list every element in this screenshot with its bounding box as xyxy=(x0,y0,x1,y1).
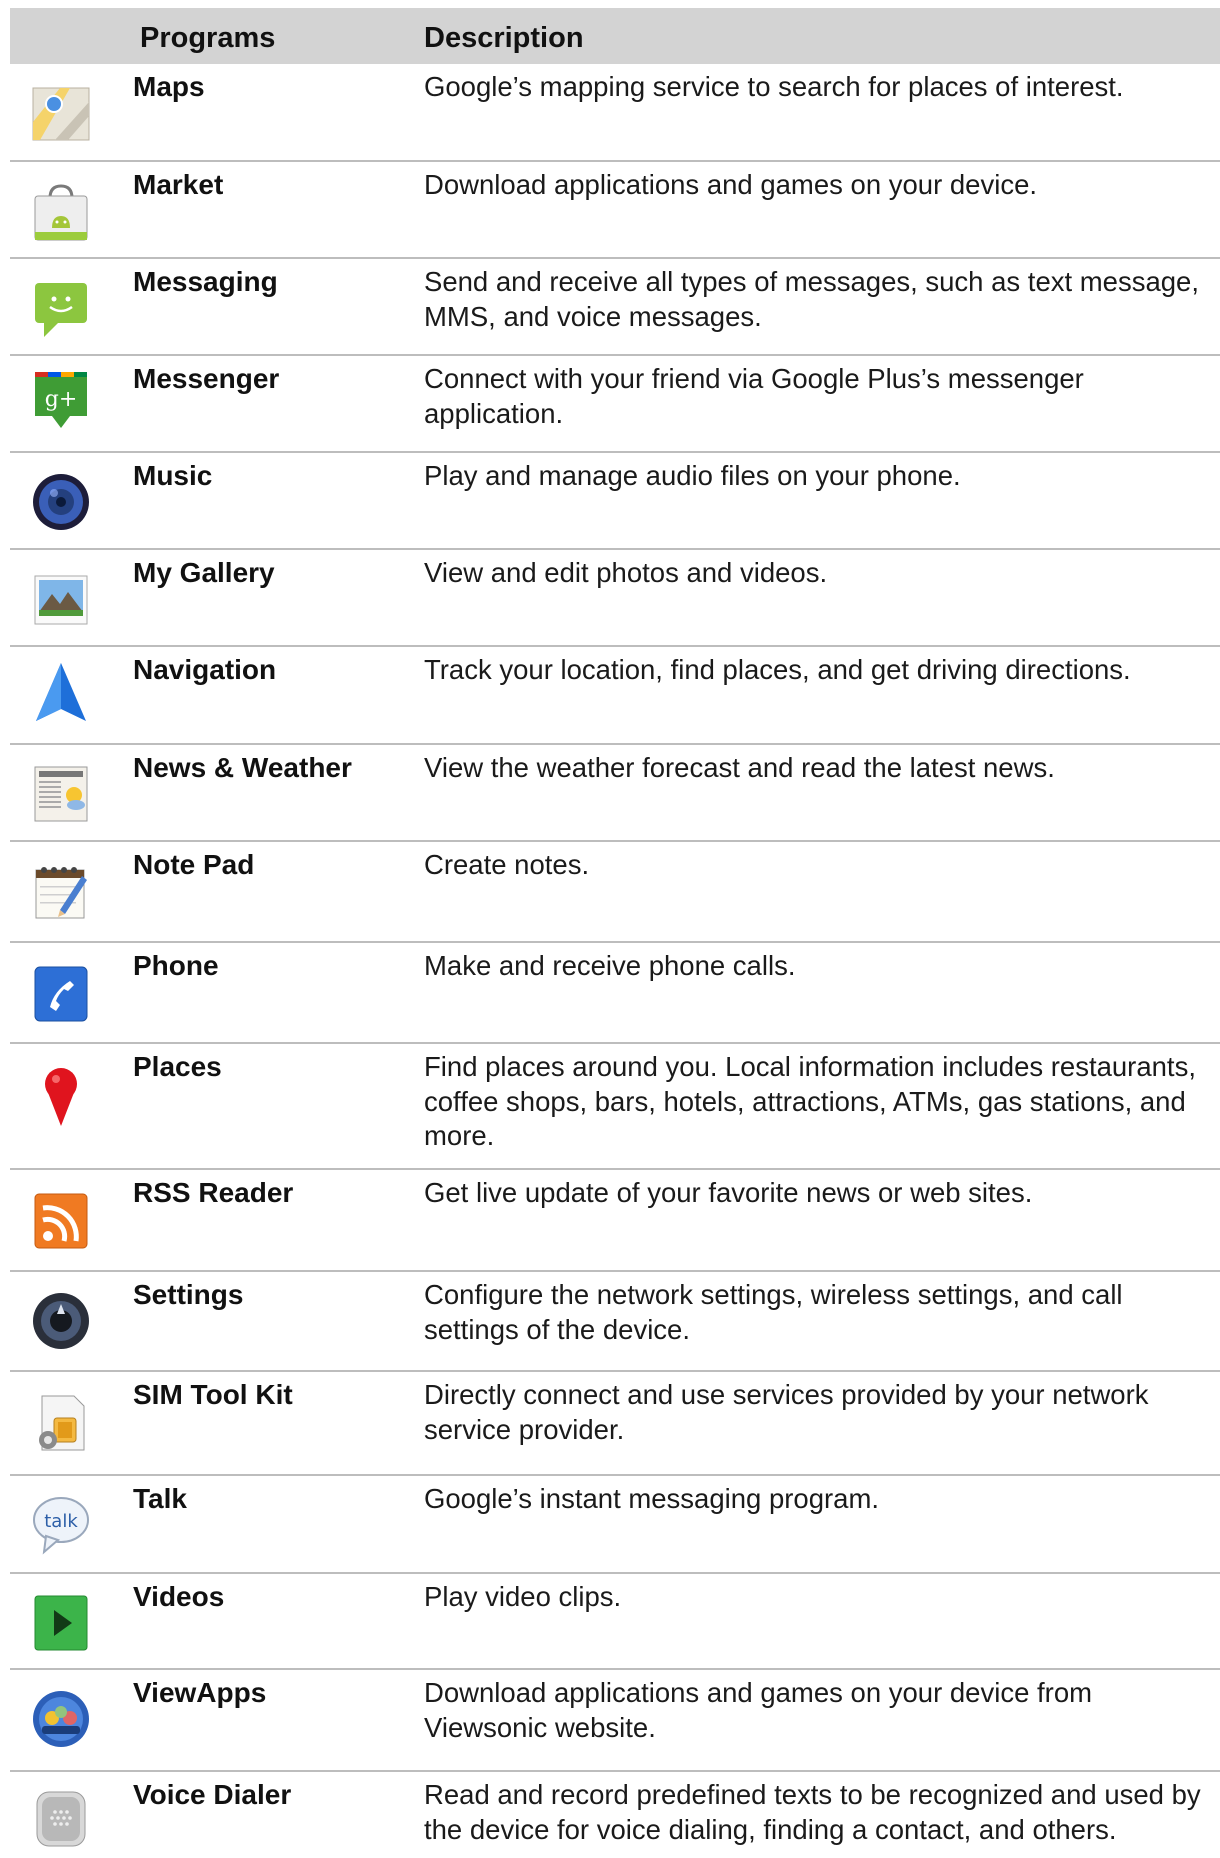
program-description: Connect with your friend via Google Plus… xyxy=(424,363,1084,429)
voice-dialer-icon xyxy=(30,1788,92,1850)
table-row: Places Find places around you. Local inf… xyxy=(10,1044,1220,1170)
description-column-header: Description xyxy=(424,22,584,54)
music-icon xyxy=(30,471,92,533)
program-name: Messenger xyxy=(133,363,280,394)
messaging-icon xyxy=(30,277,92,339)
table-row: Settings Configure the network settings,… xyxy=(10,1272,1220,1372)
programs-column-header: Programs xyxy=(140,22,276,54)
program-name: Music xyxy=(133,460,213,491)
program-name: Voice Dialer xyxy=(133,1779,292,1810)
program-name: SIM Tool Kit xyxy=(133,1379,293,1410)
table-header: Programs Description xyxy=(10,8,1220,64)
program-description: Track your location, find places, and ge… xyxy=(424,654,1131,685)
program-description: Make and receive phone calls. xyxy=(424,950,796,981)
program-name: Videos xyxy=(133,1581,225,1612)
table-row: Music Play and manage audio files on you… xyxy=(10,453,1220,550)
talk-icon: talk xyxy=(30,1494,92,1556)
program-name: Market xyxy=(133,169,224,200)
table-row: Note Pad Create notes. xyxy=(10,842,1220,943)
sim-toolkit-icon xyxy=(30,1392,92,1454)
program-description: View and edit photos and videos. xyxy=(424,557,828,588)
table-row: ViewApps Download applications and games… xyxy=(10,1670,1220,1772)
table-row: Videos Play video clips. xyxy=(10,1574,1220,1670)
program-description: Read and record predefined texts to be r… xyxy=(424,1779,1201,1845)
program-name: ViewApps xyxy=(133,1677,267,1708)
program-name: News & Weather xyxy=(133,752,352,783)
table-row: talk Talk Google’s instant messaging pro… xyxy=(10,1476,1220,1574)
program-name: RSS Reader xyxy=(133,1177,294,1208)
table-row: My Gallery View and edit photos and vide… xyxy=(10,550,1220,647)
program-description: Directly connect and use services provid… xyxy=(424,1379,1149,1445)
market-icon xyxy=(30,180,92,242)
program-name: Navigation xyxy=(133,654,277,685)
table-row: Market Download applications and games o… xyxy=(10,162,1220,259)
program-description: Google’s instant messaging program. xyxy=(424,1483,880,1514)
places-icon xyxy=(30,1064,92,1126)
program-name: Maps xyxy=(133,71,205,102)
news-weather-icon xyxy=(30,763,92,825)
videos-icon xyxy=(30,1592,92,1654)
program-description: Play video clips. xyxy=(424,1581,622,1612)
program-description: Play and manage audio files on your phon… xyxy=(424,460,961,491)
program-description: Send and receive all types of messages, … xyxy=(424,266,1199,332)
maps-icon xyxy=(30,82,92,144)
navigation-icon xyxy=(30,661,92,723)
program-description: View the weather forecast and read the l… xyxy=(424,752,1055,783)
viewapps-icon xyxy=(30,1688,92,1750)
table-row: Messaging Send and receive all types of … xyxy=(10,259,1220,356)
program-name: Note Pad xyxy=(133,849,255,880)
table-row: g+ Messenger Connect with your friend vi… xyxy=(10,356,1220,453)
gallery-icon xyxy=(30,568,92,630)
program-description: Download applications and games on your … xyxy=(424,1677,1093,1743)
table-row: Navigation Track your location, find pla… xyxy=(10,647,1220,745)
phone-icon xyxy=(30,963,92,1025)
table-row: SIM Tool Kit Directly connect and use se… xyxy=(10,1372,1220,1476)
table-row: Maps Google’s mapping service to search … xyxy=(10,64,1220,162)
programs-table: Programs Description Maps Google’s mappi… xyxy=(10,8,1220,1852)
table-row: RSS Reader Get live update of your favor… xyxy=(10,1170,1220,1272)
settings-icon xyxy=(30,1290,92,1352)
table-row: Voice Dialer Read and record predefined … xyxy=(10,1772,1220,1852)
notepad-icon xyxy=(30,860,92,922)
program-name: Messaging xyxy=(133,266,278,297)
program-name: Phone xyxy=(133,950,219,981)
rss-icon xyxy=(30,1190,92,1252)
table-row: News & Weather View the weather forecast… xyxy=(10,745,1220,842)
program-description: Find places around you. Local informatio… xyxy=(424,1051,1196,1151)
program-name: Settings xyxy=(133,1279,244,1310)
table-row: Phone Make and receive phone calls. xyxy=(10,943,1220,1044)
messenger-icon: g+ xyxy=(30,368,92,430)
svg-text:g+: g+ xyxy=(45,387,78,412)
program-description: Google’s mapping service to search for p… xyxy=(424,71,1124,102)
talk-icon-label: talk xyxy=(44,1511,78,1532)
program-description: Create notes. xyxy=(424,849,590,880)
program-name: Places xyxy=(133,1051,222,1082)
program-description: Configure the network settings, wireless… xyxy=(424,1279,1123,1345)
program-name: Talk xyxy=(133,1483,187,1514)
program-description: Get live update of your favorite news or… xyxy=(424,1177,1033,1208)
program-description: Download applications and games on your … xyxy=(424,169,1038,200)
program-name: My Gallery xyxy=(133,557,275,588)
